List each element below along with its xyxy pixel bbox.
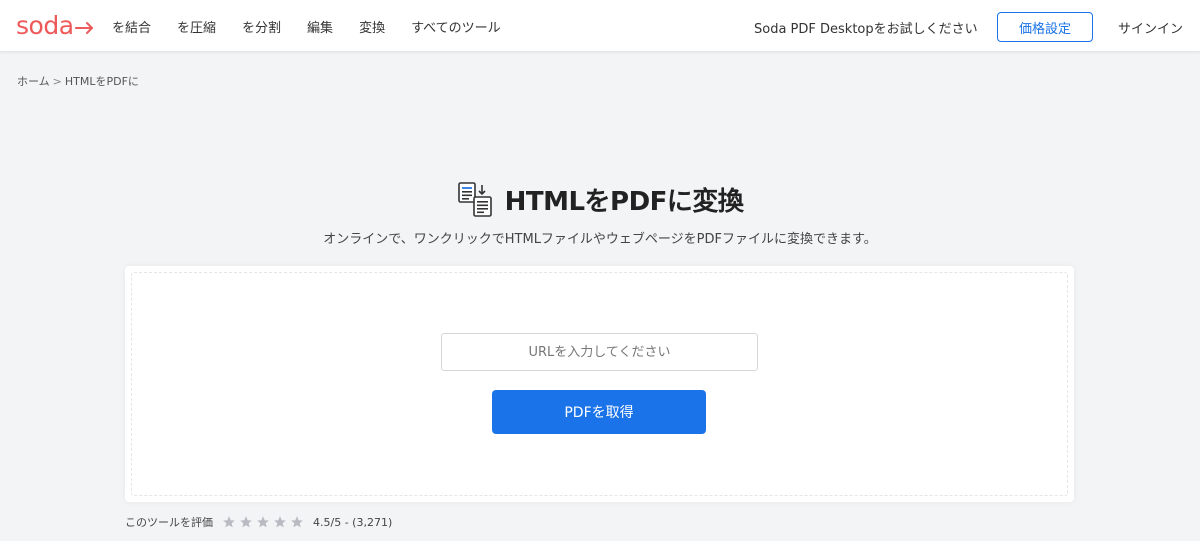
signin-link[interactable]: サインイン	[1118, 18, 1183, 37]
html-to-pdf-icon	[457, 182, 492, 217]
rating-score: 4.5/5 - (3,271)	[313, 515, 393, 529]
top-header: soda を結合 を圧縮 を分割 編集 変換 すべてのツール Soda PDF …	[0, 0, 1200, 52]
rating-label: このツールを評価	[125, 516, 213, 529]
breadcrumb: ホーム > HTMLをPDFに	[17, 73, 139, 89]
try-desktop-link[interactable]: Soda PDF Desktopをお試しください	[754, 18, 978, 37]
converter-card: PDFを取得	[125, 266, 1074, 502]
get-pdf-button[interactable]: PDFを取得	[492, 390, 706, 434]
nav-split[interactable]: を分割	[242, 17, 281, 36]
nav-convert[interactable]: 変換	[359, 17, 385, 36]
star-icon[interactable]	[256, 515, 270, 529]
pricing-button[interactable]: 価格設定	[997, 12, 1093, 42]
nav-edit[interactable]: 編集	[307, 17, 333, 36]
page-title: HTMLをPDFに変換	[504, 186, 744, 217]
page-subtitle: オンラインで、ワンクリックでHTMLファイルやウェブページをPDFファイルに変換…	[323, 232, 877, 247]
star-icon[interactable]	[222, 515, 236, 529]
rating-stars	[222, 515, 304, 529]
logo-arrow-icon	[74, 22, 93, 34]
breadcrumb-home[interactable]: ホーム	[17, 73, 50, 89]
star-icon[interactable]	[239, 515, 253, 529]
nav-compress[interactable]: を圧縮	[177, 17, 216, 36]
url-input[interactable]	[441, 333, 758, 371]
soda-logo[interactable]: soda	[16, 11, 95, 41]
breadcrumb-separator: >	[52, 74, 62, 88]
main-nav: を結合 を圧縮 を分割 編集 変換 すべてのツール	[112, 0, 527, 52]
drop-zone	[131, 272, 1068, 496]
star-icon[interactable]	[290, 515, 304, 529]
logo-text: soda	[16, 11, 74, 40]
nav-merge[interactable]: を結合	[112, 17, 151, 36]
star-icon[interactable]	[273, 515, 287, 529]
page-title-row: HTMLをPDFに変換	[0, 180, 1200, 218]
nav-all-tools[interactable]: すべてのツール	[411, 17, 501, 36]
breadcrumb-current: HTMLをPDFに	[64, 75, 139, 88]
rating-row: このツールを評価 4.5/5 - (3,271)	[125, 514, 392, 530]
